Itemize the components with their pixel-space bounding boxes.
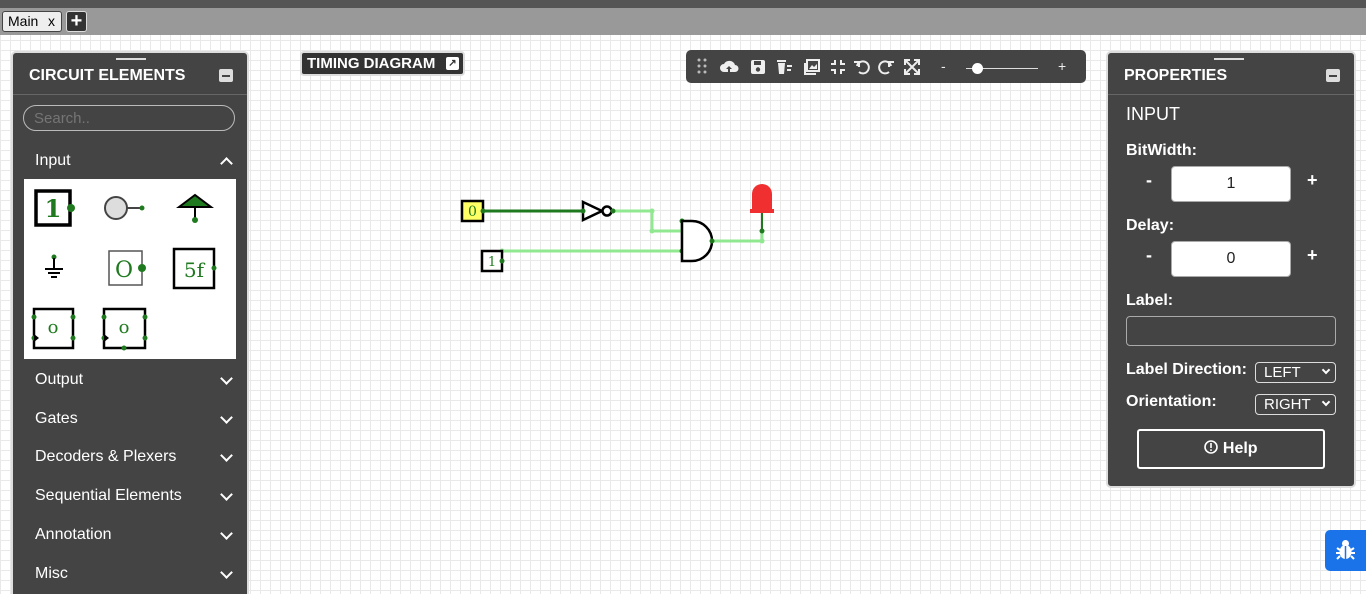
bitwidth-decrement-button[interactable]: - (1146, 170, 1152, 191)
element-input-label: 1 (45, 194, 62, 223)
panel-title: PROPERTIES (1124, 67, 1228, 84)
wire-node[interactable] (649, 228, 655, 234)
minimize-button[interactable] (219, 69, 233, 82)
chevron-down-icon[interactable] (220, 372, 233, 385)
wire[interactable] (613, 209, 682, 233)
search-input[interactable] (23, 105, 235, 131)
save-icon[interactable] (748, 57, 768, 77)
element-random[interactable]: 5f (172, 247, 217, 290)
chevron-up-icon[interactable] (220, 157, 233, 170)
element-power[interactable] (176, 193, 214, 223)
element-random-label: 5f (184, 258, 206, 282)
panel-drag-handle[interactable] (116, 58, 146, 60)
drag-handle-icon[interactable] (692, 57, 712, 77)
bug-icon (1336, 540, 1355, 560)
and-gate[interactable] (680, 219, 715, 263)
circuit-elements-panel: CIRCUIT ELEMENTS Input 1 (11, 51, 249, 594)
element-counter-label: o (48, 317, 59, 338)
help-label: Help (1222, 440, 1258, 457)
image-icon[interactable] (802, 57, 822, 77)
label-input[interactable] (1126, 316, 1336, 346)
wire-node[interactable] (649, 208, 655, 214)
zoom-slider-handle[interactable] (971, 63, 983, 74)
zoom-in-button[interactable]: + (1058, 58, 1066, 74)
timing-diagram-button[interactable]: TIMING DIAGRAM ↗ (300, 51, 465, 76)
timing-diagram-label: TIMING DIAGRAM (307, 55, 436, 72)
category-annotation[interactable]: Annotation (35, 526, 112, 544)
label-direction-value: LEFT (1264, 364, 1301, 381)
cloud-upload-icon[interactable] (719, 57, 739, 77)
chevron-down-icon[interactable] (220, 411, 233, 424)
element-stepper-label: o (119, 317, 130, 338)
element-counter[interactable]: o (31, 307, 76, 350)
element-constant-label: O (115, 258, 133, 283)
element-constant[interactable]: O (108, 250, 146, 286)
fullscreen-icon[interactable] (902, 57, 922, 77)
chevron-down-icon (1321, 365, 1331, 375)
input-a[interactable]: 0 (460, 199, 486, 223)
bitwidth-input[interactable]: 1 (1171, 166, 1291, 202)
input-a-value: 0 (468, 204, 477, 220)
led-output[interactable] (750, 184, 774, 231)
element-button[interactable] (104, 196, 145, 220)
label-direction-select[interactable]: LEFT (1255, 362, 1336, 383)
input-elements-grid: 1 O 5f o o (24, 179, 236, 359)
properties-panel: PROPERTIES INPUT BitWidth: - 1 + Delay: … (1106, 51, 1356, 488)
not-gate[interactable] (580, 200, 616, 222)
category-gates[interactable]: Gates (35, 410, 78, 428)
category-misc[interactable]: Misc (35, 565, 68, 583)
label-label: Label: (1126, 292, 1174, 309)
orientation-value: RIGHT (1264, 396, 1311, 413)
wire[interactable] (712, 231, 764, 243)
chevron-down-icon[interactable] (220, 566, 233, 579)
chevron-down-icon (1321, 397, 1331, 407)
label-direction-label: Label Direction: (1126, 361, 1247, 378)
external-link-icon: ↗ (446, 57, 459, 70)
delay-increment-button[interactable]: + (1307, 245, 1318, 266)
element-stepper[interactable]: o (101, 307, 148, 351)
undo-icon[interactable] (852, 57, 872, 77)
minimize-button[interactable] (1326, 69, 1340, 82)
help-button[interactable]: Help (1137, 429, 1325, 469)
fit-icon[interactable] (828, 57, 848, 77)
delay-label: Delay: (1126, 217, 1175, 234)
category-sequential-elements[interactable]: Sequential Elements (35, 487, 182, 505)
element-input[interactable]: 1 (34, 189, 75, 227)
delay-input[interactable]: 0 (1171, 241, 1291, 277)
delete-icon[interactable] (774, 57, 794, 77)
redo-icon[interactable] (876, 57, 896, 77)
info-icon (1204, 440, 1219, 454)
wire-node[interactable] (759, 238, 765, 244)
chevron-down-icon[interactable] (220, 488, 233, 501)
bitwidth-label: BitWidth: (1126, 142, 1197, 159)
element-ground[interactable] (45, 254, 63, 278)
panel-header[interactable]: CIRCUIT ELEMENTS (13, 53, 247, 95)
panel-drag-handle[interactable] (1214, 58, 1244, 60)
input-b-value: 1 (488, 255, 496, 270)
chevron-down-icon[interactable] (220, 527, 233, 540)
report-bug-button[interactable] (1325, 530, 1366, 571)
input-b[interactable]: 1 (480, 249, 505, 273)
category-output[interactable]: Output (35, 371, 83, 389)
chevron-down-icon[interactable] (220, 449, 233, 462)
category-input[interactable]: Input (35, 152, 71, 170)
panel-title: CIRCUIT ELEMENTS (29, 67, 186, 84)
element-type: INPUT (1126, 104, 1180, 124)
orientation-label: Orientation: (1126, 393, 1217, 410)
orientation-select[interactable]: RIGHT (1255, 394, 1336, 415)
bitwidth-increment-button[interactable]: + (1307, 170, 1318, 191)
category-decoders-plexers[interactable]: Decoders & Plexers (35, 448, 176, 466)
toolbar: - + (686, 50, 1086, 83)
zoom-out-button[interactable]: - (941, 58, 946, 74)
delay-decrement-button[interactable]: - (1146, 245, 1152, 266)
panel-header[interactable]: PROPERTIES (1108, 53, 1354, 95)
